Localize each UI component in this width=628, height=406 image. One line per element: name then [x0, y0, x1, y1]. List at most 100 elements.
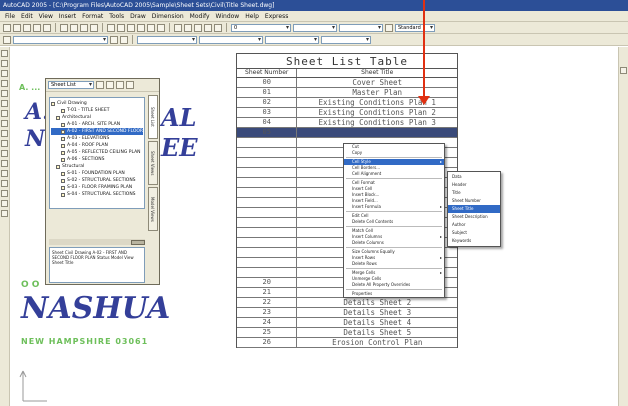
menu-file[interactable]: File — [2, 13, 18, 20]
cell-sheet-title[interactable]: Existing Conditions Plan 1 — [297, 98, 457, 107]
cell-sheet-title[interactable]: Details Sheet 2 — [297, 298, 457, 307]
make-current-icon[interactable] — [110, 35, 118, 44]
cell-sheet-number[interactable]: 02 — [237, 98, 298, 107]
copy-icon[interactable] — [70, 23, 78, 32]
cell-sheet-number[interactable]: 03 — [237, 108, 298, 117]
design-center-icon[interactable] — [184, 23, 192, 32]
tree-node[interactable]: T-01 - TITLE SHEET — [51, 107, 143, 114]
cell-sheet-title[interactable] — [297, 128, 457, 137]
table-row[interactable]: 03 Existing Conditions Plan 2 — [237, 108, 457, 118]
cell-sheet-title[interactable]: Details Sheet 5 — [297, 328, 457, 337]
undo-icon[interactable] — [107, 23, 115, 32]
cell-sheet-number[interactable]: 24 — [237, 318, 298, 327]
point-icon[interactable] — [1, 170, 8, 177]
cell-sheet-number[interactable] — [237, 138, 298, 147]
make-block-icon[interactable] — [1, 160, 8, 167]
hatch-icon[interactable] — [1, 180, 8, 187]
submenu-item[interactable]: Author — [448, 221, 500, 229]
rectangle-icon[interactable] — [1, 90, 8, 97]
modify-tool-icon[interactable] — [620, 67, 627, 74]
menu-format[interactable]: Format — [79, 13, 106, 20]
tree-node[interactable]: S-01 - FOUNDATION PLAN — [51, 170, 143, 177]
menu-draw[interactable]: Draw — [127, 13, 149, 20]
menu-modify[interactable]: Modify — [187, 13, 213, 20]
sheet-set-combo[interactable]: Sheet List — [48, 81, 94, 89]
cell-sheet-number[interactable] — [237, 268, 298, 277]
insert-block-icon[interactable] — [1, 150, 8, 157]
zoom-previous-icon[interactable] — [157, 23, 165, 32]
tree-node[interactable]: A-03 - ELEVATIONS — [51, 135, 143, 142]
tree-node[interactable]: S-04 - STRUCTURAL SECTIONS — [51, 191, 143, 198]
submenu-item[interactable]: Title — [448, 189, 500, 197]
print-icon[interactable] — [33, 23, 41, 32]
spline-icon[interactable] — [1, 130, 8, 137]
cell-sheet-number[interactable] — [237, 198, 298, 207]
linetype-combo[interactable] — [293, 23, 337, 32]
cell-sheet-number[interactable] — [237, 158, 298, 167]
cell-sheet-title[interactable]: Erosion Control Plan — [297, 338, 457, 347]
cell-sheet-number[interactable] — [237, 168, 298, 177]
submenu-item[interactable]: Sheet Number — [448, 197, 500, 205]
tree-node[interactable]: A-01 - ARCH. SITE PLAN — [51, 121, 143, 128]
linetype-control-combo[interactable] — [199, 35, 263, 44]
cell-sheet-number[interactable]: 20 — [237, 278, 298, 287]
tab-model-views[interactable]: Model Views — [148, 187, 158, 231]
submenu-item[interactable]: Subject — [448, 229, 500, 237]
details-toggle-button[interactable] — [131, 240, 145, 245]
text-style-combo[interactable]: Standard — [395, 23, 435, 32]
tree-node[interactable]: S-03 - FLOOR FRAMING PLAN — [51, 184, 143, 191]
menu-view[interactable]: View — [36, 13, 56, 20]
tree-node[interactable]: Structural — [51, 163, 143, 170]
circle-icon[interactable] — [1, 110, 8, 117]
arc-icon[interactable] — [1, 100, 8, 107]
table-icon[interactable] — [1, 200, 8, 207]
region-icon[interactable] — [1, 190, 8, 197]
view-options-icon[interactable] — [116, 81, 124, 89]
cell-sheet-number[interactable] — [237, 148, 298, 157]
menu-insert[interactable]: Insert — [56, 13, 79, 20]
cell-sheet-title[interactable]: Details Sheet 4 — [297, 318, 457, 327]
match-properties-icon[interactable] — [90, 23, 98, 32]
submenu-item[interactable]: Sheet Title — [448, 205, 500, 213]
menu-dimension[interactable]: Dimension — [149, 13, 187, 20]
redo-icon[interactable] — [117, 23, 125, 32]
new-icon[interactable] — [3, 23, 11, 32]
layer-previous-icon[interactable] — [120, 35, 128, 44]
tab-sheet-list[interactable]: Sheet List — [148, 95, 158, 139]
revision-cloud-icon[interactable] — [1, 120, 8, 127]
cell-sheet-number[interactable]: 04 — [237, 118, 298, 127]
table-row[interactable]: 25 Details Sheet 5 — [237, 328, 457, 338]
cell-sheet-number[interactable]: 00 — [237, 78, 298, 87]
cell-sheet-number[interactable]: 21 — [237, 288, 298, 297]
publish-icon[interactable] — [106, 81, 114, 89]
open-icon[interactable] — [13, 23, 21, 32]
table-row[interactable]: 22 Details Sheet 2 — [237, 298, 457, 308]
tree-node[interactable]: A-02 - FIRST AND SECOND FLOOR — [51, 128, 143, 135]
tree-node[interactable]: Civil Drawing — [51, 100, 143, 107]
save-icon[interactable] — [23, 23, 31, 32]
cell-sheet-title[interactable]: Cover Sheet — [297, 78, 457, 87]
tab-sheet-views[interactable]: Sheet Views — [148, 141, 158, 185]
submenu-item[interactable]: Keywords — [448, 237, 500, 245]
context-menu-item[interactable]: Copy — [344, 150, 444, 156]
cell-sheet-title[interactable]: Existing Conditions Plan 2 — [297, 108, 457, 117]
sheet-set-icon[interactable] — [204, 23, 212, 32]
submenu-item[interactable]: Header — [448, 181, 500, 189]
cell-sheet-number[interactable]: 01 — [237, 88, 298, 97]
tool-palettes-icon[interactable] — [194, 23, 202, 32]
preview-icon[interactable] — [43, 23, 51, 32]
table-row[interactable]: 05 — [237, 128, 457, 138]
menu-express[interactable]: Express — [262, 13, 291, 20]
layer-manager-icon[interactable] — [3, 35, 11, 44]
layer-combo[interactable]: 0 — [231, 23, 291, 32]
cell-sheet-number[interactable] — [237, 238, 298, 247]
cell-sheet-title[interactable]: Existing Conditions Plan 3 — [297, 118, 457, 127]
cell-sheet-number[interactable] — [237, 218, 298, 227]
cell-sheet-number[interactable]: 26 — [237, 338, 298, 347]
ellipse-icon[interactable] — [1, 140, 8, 147]
cell-sheet-number[interactable] — [237, 228, 298, 237]
submenu-item[interactable]: Data — [448, 173, 500, 181]
layer-state-combo[interactable] — [13, 35, 108, 44]
properties-icon[interactable] — [174, 23, 182, 32]
multiline-text-icon[interactable] — [1, 210, 8, 217]
